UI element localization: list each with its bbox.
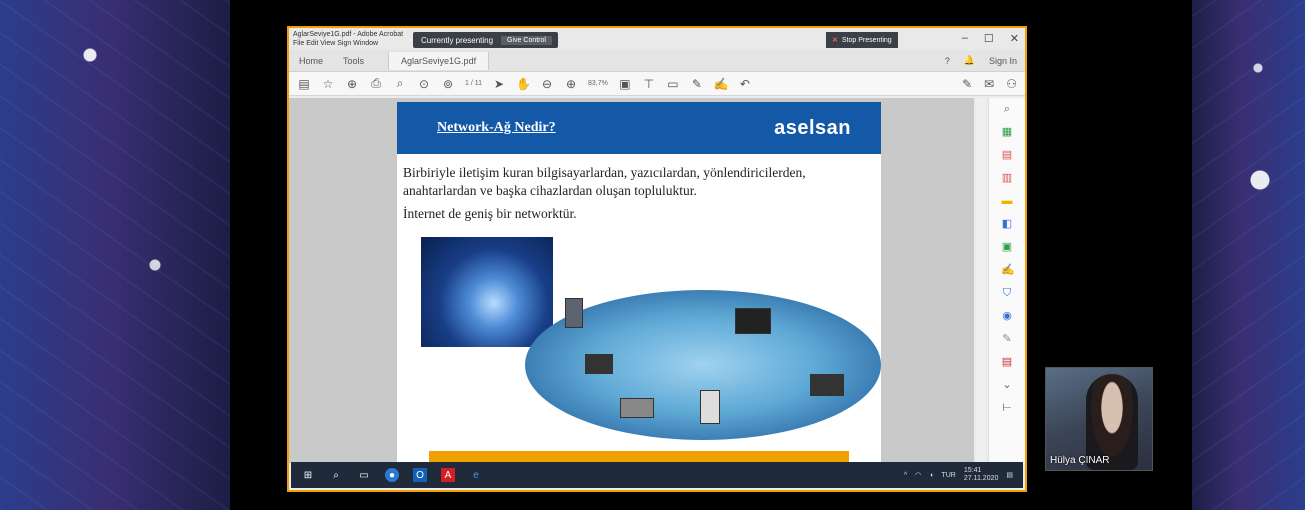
language-indicator[interactable]: TUR [941, 472, 955, 479]
pdf-page: Network-Ağ Nedir? aselsan Birbiriyle ile… [397, 102, 881, 463]
fit-icon[interactable]: ▣ [618, 77, 632, 91]
prev-page-icon[interactable]: ⊙ [417, 77, 431, 91]
acrobat-icon[interactable]: A [441, 468, 455, 482]
tab-home[interactable]: Home [289, 56, 333, 66]
sign-in-button[interactable]: Sign In [989, 56, 1017, 66]
slide-paragraph-2: İnternet de geniş bir networktür. [403, 206, 577, 221]
scan-icon[interactable]: ◉ [1001, 309, 1013, 323]
toolbar: ▤ ☆ ⊕ ⎙ ⌕ ⊙ ⊚ 1 / 11 ➤ ✋ ⊖ ⊕ 83,7% ▣ ⊤ ▭… [289, 72, 1025, 96]
edge-icon[interactable]: e [469, 468, 483, 482]
collapse-panel-icon[interactable]: ⊢ [1001, 401, 1013, 415]
acrobat-window: AglarSeviye1G.pdf - Adobe Acrobat File E… [287, 26, 1027, 492]
share-icon[interactable]: ⚇ [1006, 77, 1017, 91]
teams-icon[interactable]: ● [385, 468, 399, 482]
create-pdf-icon[interactable]: ▦ [1001, 125, 1013, 139]
brand-logo: aselsan [774, 116, 851, 139]
clock[interactable]: 15:41 27.11.2020 [964, 467, 999, 483]
bell-icon[interactable]: 🔔 [964, 55, 975, 66]
tray-chevron-icon[interactable]: ^ [904, 472, 907, 479]
print-icon[interactable]: ⎙ [369, 76, 383, 91]
help-icon[interactable]: ? [945, 56, 950, 66]
tab-file[interactable]: AglarSeviye1G.pdf [388, 51, 490, 70]
give-control-button[interactable]: Give Control [501, 35, 552, 45]
slide-title: Network-Ağ Nedir? [437, 120, 556, 135]
pen-icon[interactable]: ✎ [690, 77, 704, 91]
participant-video: Hülya ÇINAR [1045, 367, 1153, 471]
document-area: Network-Ağ Nedir? aselsan Birbiriyle ile… [289, 98, 974, 463]
search-icon[interactable]: ⌕ [393, 76, 407, 91]
organize-icon[interactable]: ▤ [1001, 148, 1013, 162]
monitor-icon [735, 308, 771, 334]
fill-sign-icon[interactable]: ✍ [1001, 263, 1015, 277]
tab-bar: Home Tools AglarSeviye1G.pdf ? 🔔 Sign In [289, 50, 1025, 72]
participant-name: Hülya ÇINAR [1050, 455, 1110, 466]
volume-icon[interactable]: ◖ [929, 472, 933, 479]
maximize-button[interactable]: ☐ [984, 32, 994, 45]
chevron-down-icon[interactable]: ⌄ [1001, 378, 1013, 392]
more-tools-icon[interactable]: ✎ [1001, 332, 1013, 346]
minimize-button[interactable]: – [962, 32, 968, 45]
comment-icon[interactable]: ▬ [1001, 194, 1013, 208]
close-button[interactable]: ✕ [1010, 32, 1019, 45]
task-view-icon[interactable]: ▭ [357, 468, 371, 482]
cursor-icon[interactable]: ➤ [492, 77, 506, 91]
menu-bar[interactable]: File Edit View Sign Window [293, 39, 404, 48]
windows-taskbar: ⊞ ⌕ ▭ ● O A e ^ ◠ ◖ TUR 15:41 27.11.2020… [291, 462, 1023, 488]
compress-icon[interactable]: ▤ [1001, 355, 1013, 369]
notifications-icon[interactable]: ▤ [1006, 471, 1013, 479]
server-icon [565, 298, 583, 328]
presenting-bar: Currently presenting Give Control [413, 32, 558, 48]
slide-header: Network-Ağ Nedir? aselsan [397, 102, 881, 154]
save-icon[interactable]: ▤ [297, 77, 311, 91]
stop-presenting-button[interactable]: ✕ Stop Presenting [826, 32, 898, 48]
comment-icon[interactable]: ▭ [666, 77, 680, 91]
zoom-level[interactable]: 83,7% [588, 80, 608, 87]
page-indicator[interactable]: 1 / 11 [465, 80, 482, 87]
combine-icon[interactable]: ◧ [1001, 217, 1013, 231]
undo-icon[interactable]: ↶ [738, 77, 752, 91]
protect-icon[interactable]: ⛉ [1001, 286, 1013, 300]
network-diagram-image [525, 290, 881, 440]
star-icon[interactable]: ☆ [321, 77, 335, 91]
edit-icon[interactable]: ✎ [962, 77, 972, 91]
next-page-icon[interactable]: ⊚ [441, 77, 455, 91]
app-title: AglarSeviye1G.pdf - Adobe Acrobat [293, 31, 404, 38]
zoom-in-icon[interactable]: ⊕ [564, 77, 578, 91]
globe-image [421, 237, 553, 347]
tablet-icon [585, 354, 613, 374]
slide-paragraph-1: Birbiriyle iletişim kuran bilgisayarlard… [403, 165, 806, 198]
tab-tools[interactable]: Tools [333, 56, 374, 66]
hand-icon[interactable]: ✋ [516, 77, 531, 91]
outlook-icon[interactable]: O [413, 468, 427, 482]
presenting-label: Currently presenting [421, 35, 494, 45]
zoom-icon[interactable]: ⌕ [1001, 102, 1013, 116]
stop-presenting-label: Stop Presenting [841, 36, 892, 44]
clock-time: 15:41 [963, 467, 982, 474]
network-icon[interactable]: ◠ [915, 471, 921, 479]
start-icon[interactable]: ⊞ [301, 468, 315, 482]
search-icon[interactable]: ⌕ [329, 468, 343, 482]
clock-date: 27.11.2020 [963, 475, 999, 482]
router-icon [620, 398, 654, 418]
edit-pdf-icon[interactable]: ▣ [1001, 240, 1013, 254]
export-pdf-icon[interactable]: ▥ [1001, 171, 1013, 185]
window-controls: – ☐ ✕ [962, 32, 1019, 45]
stamp-icon[interactable]: ⊤ [642, 77, 656, 91]
zoom-out-icon[interactable]: ⊖ [540, 77, 554, 91]
sign-icon[interactable]: ✍ [714, 77, 729, 91]
printer-icon [700, 390, 720, 424]
tools-side-panel: ⌕ ▦ ▤ ▥ ▬ ◧ ▣ ✍ ⛉ ◉ ✎ ▤ ⌄ ⊢ [988, 98, 1025, 463]
vertical-scrollbar[interactable] [976, 98, 986, 463]
laptop-icon [810, 374, 844, 396]
system-tray: ^ ◠ ◖ TUR 15:41 27.11.2020 ▤ [904, 467, 1013, 483]
mail-icon[interactable]: ✉ [984, 77, 994, 91]
title-bar: AglarSeviye1G.pdf - Adobe Acrobat File E… [289, 28, 1025, 50]
close-icon: ✕ [832, 37, 838, 44]
upload-icon[interactable]: ⊕ [345, 77, 359, 91]
